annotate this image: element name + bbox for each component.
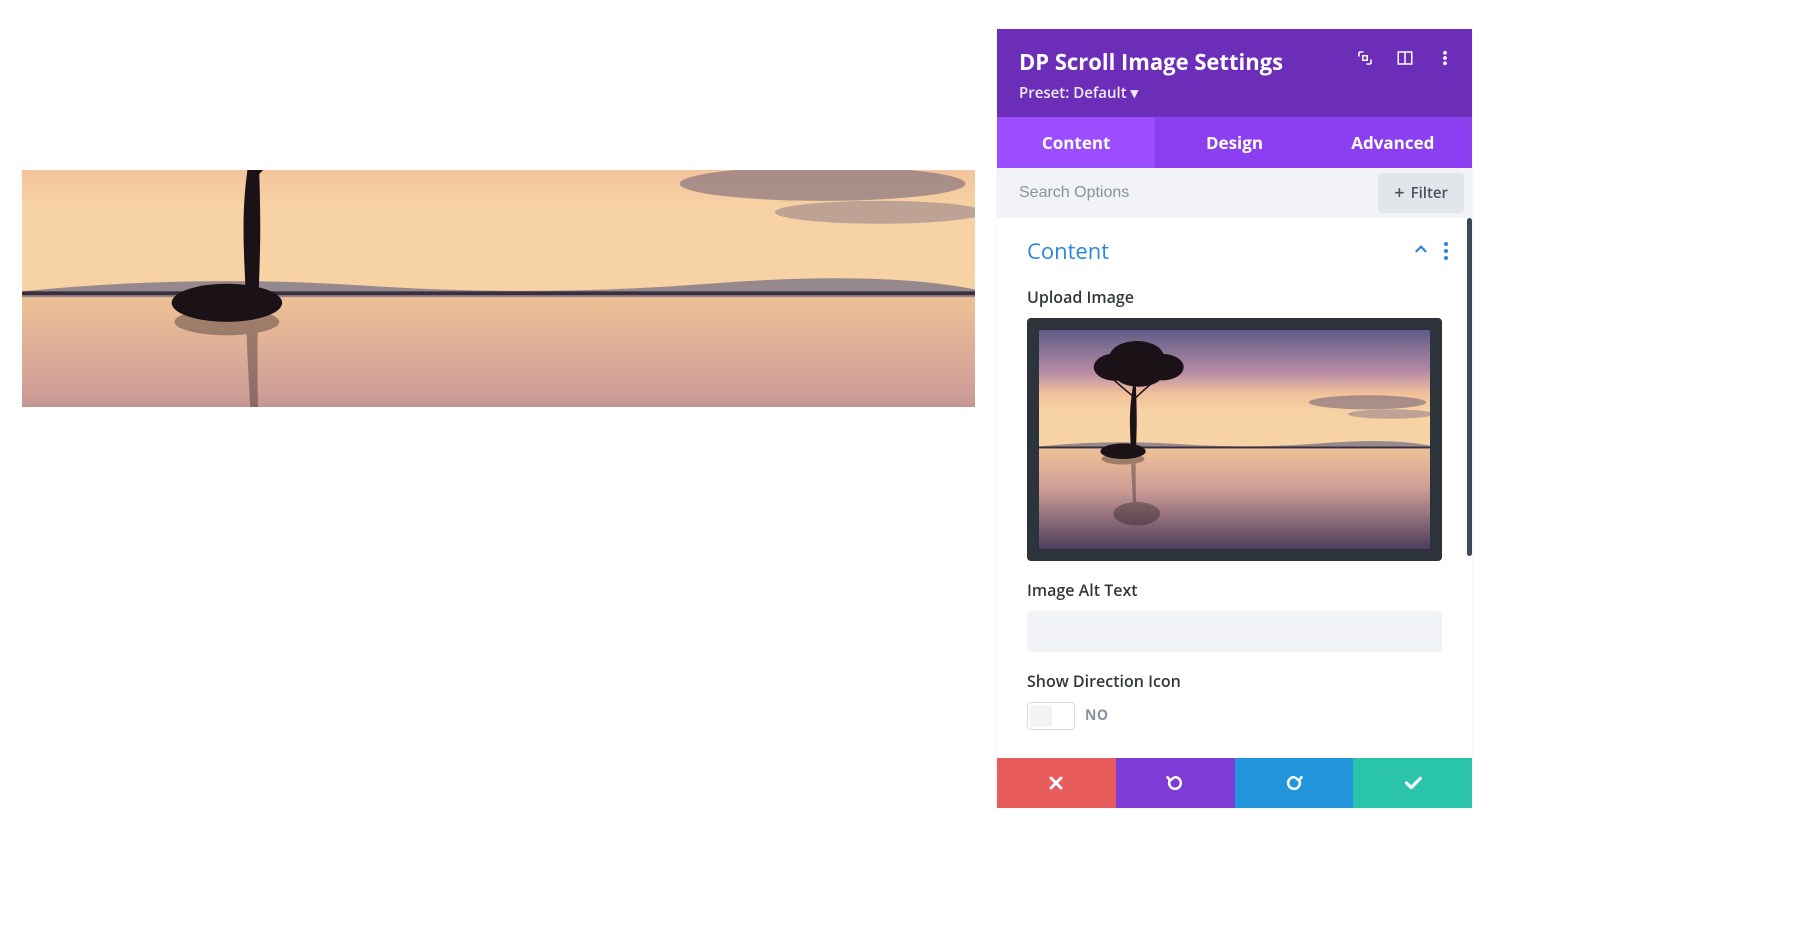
chevron-up-icon[interactable] — [1412, 240, 1430, 263]
panel-footer — [997, 758, 1472, 808]
module-settings-panel: DP Scroll Image Settings Preset: Default… — [997, 29, 1472, 808]
tab-content[interactable]: Content — [997, 117, 1155, 168]
filter-button[interactable]: + Filter — [1378, 173, 1464, 213]
more-vertical-icon[interactable] — [1436, 49, 1454, 67]
expand-icon[interactable] — [1356, 49, 1374, 67]
alt-text-input[interactable] — [1027, 611, 1442, 652]
caret-down-icon: ▾ — [1131, 83, 1139, 103]
field-image-alt: Image Alt Text — [997, 571, 1472, 662]
direction-icon-toggle[interactable] — [1027, 702, 1075, 730]
section-header-content[interactable]: Content — [997, 218, 1472, 278]
upload-image-label: Upload Image — [1027, 286, 1442, 308]
section-more-icon[interactable] — [1444, 242, 1448, 260]
preset-label: Preset: Default — [1019, 83, 1127, 103]
columns-icon[interactable] — [1396, 49, 1414, 67]
section-title: Content — [1027, 236, 1412, 266]
save-button[interactable] — [1353, 758, 1472, 808]
direction-icon-label: Show Direction Icon — [1027, 670, 1442, 692]
filter-label: Filter — [1411, 183, 1448, 203]
tab-design[interactable]: Design — [1155, 117, 1313, 168]
panel-header: DP Scroll Image Settings Preset: Default… — [997, 29, 1472, 117]
plus-icon: + — [1394, 184, 1404, 202]
preset-selector[interactable]: Preset: Default ▾ — [1019, 83, 1138, 103]
field-show-direction-icon: Show Direction Icon NO — [997, 662, 1472, 740]
redo-button[interactable] — [1235, 758, 1354, 808]
panel-body: Content Upload Image Image Alt Text Show… — [997, 218, 1472, 758]
toggle-knob — [1030, 705, 1052, 727]
field-upload-image: Upload Image — [997, 278, 1472, 571]
canvas-preview-image — [22, 170, 975, 407]
alt-text-label: Image Alt Text — [1027, 579, 1442, 601]
settings-tabs: Content Design Advanced — [997, 117, 1472, 168]
search-input[interactable] — [997, 170, 1378, 216]
toggle-value: NO — [1085, 706, 1109, 725]
undo-button[interactable] — [1116, 758, 1235, 808]
tab-advanced[interactable]: Advanced — [1314, 117, 1472, 168]
image-upload-area[interactable] — [1027, 318, 1442, 561]
search-row: + Filter — [997, 168, 1472, 218]
cancel-button[interactable] — [997, 758, 1116, 808]
scrollbar-thumb[interactable] — [1467, 218, 1472, 556]
